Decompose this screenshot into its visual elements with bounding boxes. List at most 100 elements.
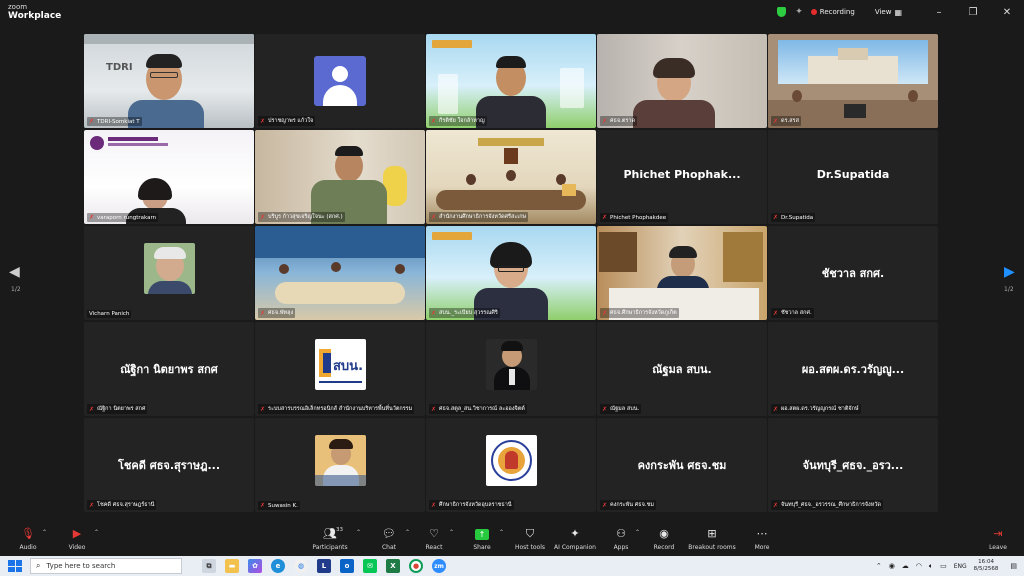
participant-tile[interactable]: ✗ ดร.สรส <box>768 34 938 128</box>
participant-name: ✗ ศึกษาธิการจังหวัดอุบลราชธานี <box>429 500 514 510</box>
outlook-icon[interactable]: o <box>340 559 354 573</box>
search-placeholder: Type here to search <box>46 562 116 570</box>
participant-tile[interactable]: ✗ varaporn rungtrakarn <box>84 130 254 224</box>
ai-companion-label: AI Companion <box>554 544 596 551</box>
participant-tile[interactable]: ✗ สบน._ระเบียบ สุวรรณศิริ <box>426 226 596 320</box>
view-grid-icon[interactable]: ▦ <box>894 8 902 17</box>
taskbar-search-input[interactable]: ⌕ Type here to search <box>30 558 182 574</box>
participant-tile[interactable]: Dr.Supatida ✗ Dr.Supatida <box>768 130 938 224</box>
battery-icon[interactable]: ▭ <box>940 562 947 570</box>
zoom-logo: zoom Workplace <box>8 3 61 21</box>
participant-tile[interactable]: จันทบุรี_ศธจ._อรว... ✗ จันทบุรี_ศธจ._อรวร… <box>768 418 938 512</box>
ai-sparkle-icon[interactable]: ✦ <box>795 7 803 17</box>
record-button[interactable]: ◉ Record <box>642 526 686 551</box>
participant-name: ✗ Dr.Supatida <box>771 213 816 222</box>
participant-tile[interactable]: ณัฐิกา นิตยาพร สกศ ✗ ณัฐิกา นิตยาพร สกศ <box>84 322 254 416</box>
participant-display-name: จันทบุรี_ศธจ._อรว... <box>802 459 904 472</box>
muted-mic-icon: ✗ <box>602 501 608 509</box>
participant-tile[interactable]: ✗ ปราชญาพร แก้วใจ <box>255 34 425 128</box>
participant-tile[interactable]: ✗ ศธจ.สตูล_สน.วิชาการณ์ ละอองจิตต์ <box>426 322 596 416</box>
recording-label[interactable]: Recording <box>820 8 855 16</box>
participant-tile[interactable]: ผอ.สตผ.ดร.วรัญญู... ✗ ผอ.สตผ.ดร.วรัญญูกรณ… <box>768 322 938 416</box>
more-button[interactable]: ⋯ More <box>740 526 784 551</box>
more-dots-icon: ⋯ <box>756 527 768 540</box>
ai-companion-button[interactable]: ✦ AI Companion <box>553 526 597 551</box>
muted-mic-icon: ✗ <box>89 118 95 125</box>
volume-icon[interactable]: 🔈︎ <box>929 562 933 571</box>
participant-name: ✗ ณัฐิกา นิตยาพร สกศ <box>87 404 148 414</box>
participant-name: ✗ Phichet Phophakdee <box>600 213 669 222</box>
share-button[interactable]: ↑ Share <box>460 526 504 551</box>
participant-tile[interactable]: ✗ บริบูร ก้าวสุขเจริญใจนะ (สกศ.) <box>255 130 425 224</box>
participant-tile[interactable]: TDRI ✗ TDRI-Somkiat T <box>84 34 254 128</box>
participant-tile[interactable]: ✗ ศธจ.ศึกษาธิการจังหวัดภูเก็ต <box>597 226 767 320</box>
video-feed <box>426 226 596 320</box>
tray-chevron-icon[interactable]: ⌃ <box>876 562 882 570</box>
muted-mic-icon: ✗ <box>602 214 608 221</box>
zoom-app-icon[interactable]: zm <box>432 559 446 573</box>
participant-name: ✗ กีรติชัย ใจกล้าหาญ <box>429 116 487 126</box>
minimize-button[interactable]: – <box>922 7 956 18</box>
audio-options-caret[interactable]: ⌃ <box>42 529 47 536</box>
participant-tile[interactable]: ✗ ศธจ.พัทลุง <box>255 226 425 320</box>
previous-page-icon[interactable]: ◀ <box>9 264 20 280</box>
share-options-caret[interactable]: ⌃ <box>499 529 504 536</box>
participant-tile[interactable]: ✗ กีรติชัย ใจกล้าหาญ <box>426 34 596 128</box>
apps-options-caret[interactable]: ⌃ <box>635 529 640 536</box>
excel-icon[interactable]: X <box>386 559 400 573</box>
leave-button[interactable]: ⇥ Leave <box>976 526 1020 551</box>
video-options-caret[interactable]: ⌃ <box>94 529 99 536</box>
wifi-icon[interactable]: ◠ <box>916 562 922 570</box>
next-page-icon[interactable]: ▶ <box>1004 264 1015 280</box>
participant-tile[interactable]: ✗ ศธจ.ตราด <box>597 34 767 128</box>
participant-tile[interactable]: สบน. ✗ ระบบสารบรรณอิเล็กทรอนิกส์ สำนักงาน… <box>255 322 425 416</box>
view-button[interactable]: View <box>875 8 892 16</box>
react-options-caret[interactable]: ⌃ <box>449 529 454 536</box>
participant-name: ✗ โชคดี ศธจ.สุราษฎร์ธานี <box>87 500 157 510</box>
participant-tile[interactable]: ✗ ศึกษาธิการจังหวัดอุบลราชธานี <box>426 418 596 512</box>
chat-bubble-icon: 💬︎ <box>382 527 396 540</box>
participant-tile[interactable]: ✗ Suwasin K. <box>255 418 425 512</box>
participant-tile[interactable]: Vicharn Panich <box>84 226 254 320</box>
task-view-icon[interactable]: ⧉ <box>202 559 216 573</box>
participant-tile[interactable]: ณัฐมล สบน. ✗ ณัฐมล สบน. <box>597 322 767 416</box>
copilot-icon[interactable]: ✿ <box>248 559 262 573</box>
video-feed <box>597 34 767 128</box>
audio-label: Audio <box>19 544 37 551</box>
participant-name: ✗ ศธจ.ศึกษาธิการจังหวัดภูเก็ต <box>600 308 679 318</box>
react-label: React <box>425 544 443 551</box>
video-feed <box>84 130 254 224</box>
security-shield-icon[interactable] <box>777 7 787 17</box>
chat-options-caret[interactable]: ⌃ <box>405 529 410 536</box>
muted-mic-icon: ✗ <box>260 405 266 413</box>
participant-tile[interactable]: ชัชวาล สกศ. ✗ ชัชวาล สกศ. <box>768 226 938 320</box>
chrome-alt-icon[interactable]: ◍ <box>294 559 308 573</box>
participants-button[interactable]: 👥︎ 33 Participants <box>308 526 352 551</box>
participant-tile[interactable]: คงกระพัน ศธจ.ชม ✗ คงกระพัน ศธจ.ชม <box>597 418 767 512</box>
notifications-icon[interactable]: ▤ <box>1010 562 1017 570</box>
language-indicator[interactable]: ENG <box>954 563 967 570</box>
host-tools-button[interactable]: ⛉ Host tools <box>508 526 552 551</box>
avatar <box>486 339 537 390</box>
l-app-icon[interactable]: L <box>317 559 331 573</box>
tray-app-icon[interactable]: ◉ <box>889 562 895 570</box>
video-label: Video <box>68 544 86 551</box>
page-indicator-right: 1/2 <box>1004 286 1014 293</box>
onedrive-icon[interactable]: ☁ <box>902 562 909 570</box>
file-explorer-icon[interactable]: ▬ <box>225 559 239 573</box>
participant-name: ✗ Suwasin K. <box>258 501 300 510</box>
restore-button[interactable]: ❐ <box>956 7 990 18</box>
participant-tile[interactable]: โชคดี ศธจ.สุราษฎ... ✗ โชคดี ศธจ.สุราษฎร์ธ… <box>84 418 254 512</box>
line-icon[interactable]: ✉ <box>363 559 377 573</box>
participant-tile[interactable]: Phichet Phophak... ✗ Phichet Phophakdee <box>597 130 767 224</box>
close-button[interactable]: ✕ <box>990 7 1024 18</box>
breakout-rooms-button[interactable]: ⊞ Breakout rooms <box>688 526 735 551</box>
video-button[interactable]: ▶︎ Video <box>55 526 99 551</box>
chrome-icon[interactable]: ● <box>409 559 423 573</box>
participants-options-caret[interactable]: ⌃ <box>356 529 361 536</box>
edge-icon[interactable]: e <box>271 559 285 573</box>
windows-start-icon[interactable] <box>8 560 22 572</box>
participant-tile[interactable]: ✗ สำนักงานศึกษาธิการจังหวัดศรีสะเกษ <box>426 130 596 224</box>
muted-mic-icon: ✗ <box>431 213 437 221</box>
clock[interactable]: 16:04 8/5/2568 <box>974 559 999 573</box>
